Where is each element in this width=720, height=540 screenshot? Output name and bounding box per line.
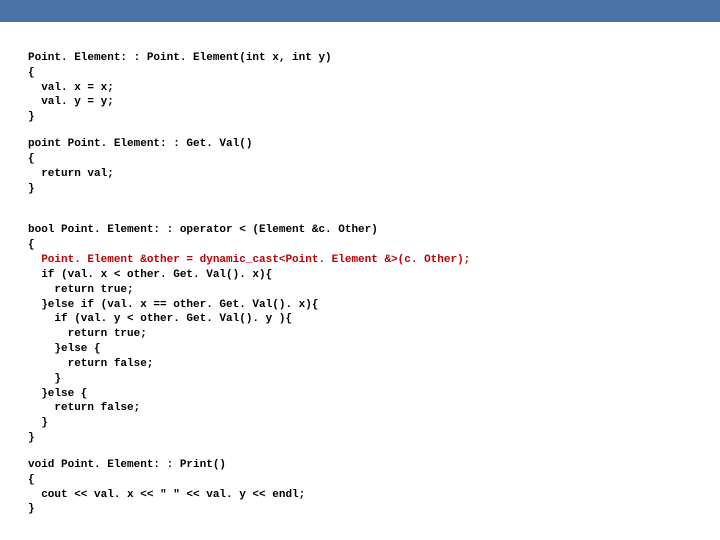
code-line: }else if (val. x == other. Get. Val(). x… [28, 299, 318, 311]
code-line: } [28, 183, 35, 195]
code-line: { [28, 474, 35, 486]
code-line: } [28, 503, 35, 515]
slide-header-bar [0, 0, 720, 22]
code-line: }else { [28, 343, 101, 355]
code-line: } [28, 373, 61, 385]
code-line: } [28, 432, 35, 444]
code-line: return true; [28, 328, 147, 340]
code-line: }else { [28, 388, 87, 400]
code-indent [28, 254, 41, 266]
highlighted-cast-line: Point. Element &other = dynamic_cast<Poi… [41, 254, 470, 266]
code-line: { [28, 153, 35, 165]
code-line: } [28, 417, 48, 429]
code-line: return false; [28, 402, 140, 414]
code-line: val. y = y; [28, 96, 114, 108]
code-line: return true; [28, 284, 134, 296]
code-line: } [28, 111, 35, 123]
constructor-block: Point. Element: : Point. Element(int x, … [28, 51, 720, 125]
code-line: return false; [28, 358, 153, 370]
code-line: val. x = x; [28, 82, 114, 94]
operator-lt-block: bool Point. Element: : operator < (Eleme… [28, 223, 720, 446]
code-line: { [28, 67, 35, 79]
code-line: if (val. y < other. Get. Val(). y ){ [28, 313, 292, 325]
code-line: cout << val. x << " " << val. y << endl; [28, 489, 305, 501]
code-line: void Point. Element: : Print() [28, 459, 226, 471]
code-line: point Point. Element: : Get. Val() [28, 138, 252, 150]
code-line: Point. Element: : Point. Element(int x, … [28, 52, 332, 64]
code-line: bool Point. Element: : operator < (Eleme… [28, 224, 378, 236]
print-block: void Point. Element: : Print() { cout <<… [28, 458, 720, 517]
code-block: Point. Element: : Point. Element(int x, … [0, 22, 720, 532]
code-line: { [28, 239, 35, 251]
code-line: if (val. x < other. Get. Val(). x){ [28, 269, 272, 281]
getval-block: point Point. Element: : Get. Val() { ret… [28, 137, 720, 196]
code-line: return val; [28, 168, 114, 180]
